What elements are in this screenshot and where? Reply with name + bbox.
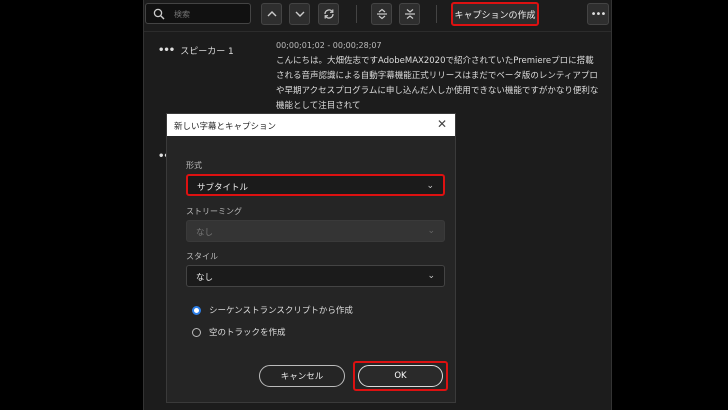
timecode: 00;00;01;02 - 00;00;28;07 xyxy=(276,41,382,50)
split-button[interactable] xyxy=(371,3,392,25)
refresh-button[interactable] xyxy=(318,3,339,25)
radio-from-transcript[interactable]: シーケンストランスクリプトから作成 xyxy=(192,304,353,316)
radio-unselected-icon[interactable] xyxy=(192,327,201,337)
new-captions-dialog: 新しい字幕とキャプション ✕ 形式 サブタイトル ⌄ ストリーミング なし ⌄ … xyxy=(166,113,456,403)
chevron-down-icon: ⌄ xyxy=(427,271,435,281)
more-options-button[interactable]: ••• xyxy=(587,3,609,25)
toolbar: キャプションの作成 ••• xyxy=(144,0,611,32)
format-value: サブタイトル xyxy=(197,183,249,193)
streaming-label: ストリーミング xyxy=(186,207,242,216)
radio-selected-icon[interactable] xyxy=(192,305,201,315)
dialog-header: 新しい字幕とキャプション ✕ xyxy=(167,114,455,136)
radio-label: 空のトラックを作成 xyxy=(209,328,286,338)
speaker-menu-icon[interactable]: ••• xyxy=(158,45,175,56)
speaker-name[interactable]: スピーカー 1 xyxy=(180,44,234,57)
style-value: なし xyxy=(196,273,214,283)
style-select[interactable]: なし ⌄ xyxy=(186,265,445,287)
split-icon xyxy=(376,8,387,20)
format-select[interactable]: サブタイトル ⌄ xyxy=(186,174,445,196)
radio-empty-track[interactable]: 空のトラックを作成 xyxy=(192,326,286,338)
create-captions-button[interactable]: キャプションの作成 xyxy=(451,2,539,26)
more-icon: ••• xyxy=(590,8,607,20)
format-label: 形式 xyxy=(186,161,202,170)
search-icon xyxy=(153,8,165,20)
merge-button[interactable] xyxy=(399,3,420,25)
style-label: スタイル xyxy=(186,252,218,261)
speaker-row: ••• スピーカー 1 xyxy=(158,44,234,57)
chevron-down-icon xyxy=(295,11,304,17)
chevron-down-icon: ⌄ xyxy=(427,226,435,236)
search-input[interactable] xyxy=(172,6,250,23)
streaming-value: なし xyxy=(196,228,214,238)
toolbar-divider xyxy=(356,5,357,23)
cancel-button[interactable]: キャンセル xyxy=(259,365,345,387)
transcript-text[interactable]: こんにちは。大畑佐志ですAdobeMAX2020で紹介されていたPremiere… xyxy=(276,54,601,114)
chevron-down-icon: ⌄ xyxy=(426,181,434,191)
ok-highlight: OK xyxy=(353,361,448,391)
previous-button[interactable] xyxy=(261,3,282,25)
dialog-title: 新しい字幕とキャプション xyxy=(174,122,277,132)
radio-label: シーケンストランスクリプトから作成 xyxy=(209,306,353,316)
merge-icon xyxy=(404,9,415,19)
refresh-icon xyxy=(323,9,334,19)
ok-button[interactable]: OK xyxy=(358,365,443,387)
next-button[interactable] xyxy=(289,3,310,25)
chevron-up-icon xyxy=(267,11,276,17)
close-icon[interactable]: ✕ xyxy=(437,117,447,131)
streaming-select: なし ⌄ xyxy=(186,220,445,242)
toolbar-divider xyxy=(436,5,437,23)
search-box[interactable] xyxy=(145,3,251,24)
